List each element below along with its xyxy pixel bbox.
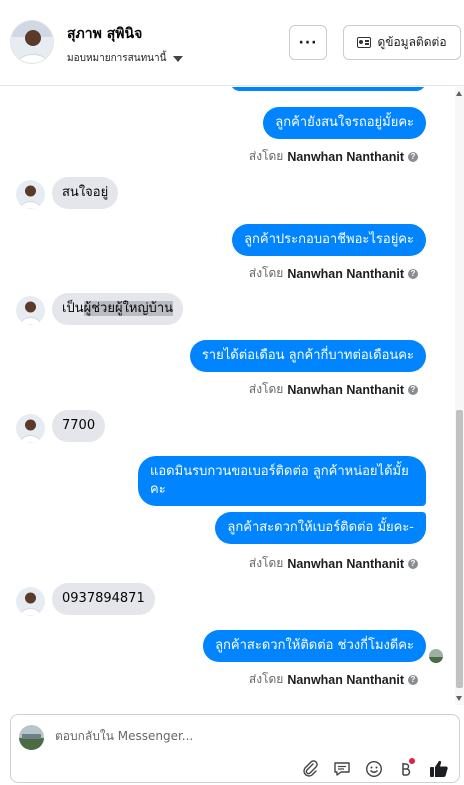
message-bubble-incoming[interactable]: เป็นผู้ช่วยผู้ใหญ่บ้าน xyxy=(52,293,184,325)
message-thread[interactable]: ลูกค้ายังสนใจรถอยู่มั้ยคะ ส่งโดย Nanwhan… xyxy=(0,87,454,705)
saved-replies-button[interactable] xyxy=(331,758,353,780)
help-icon[interactable]: ? xyxy=(408,674,418,685)
highlighted-text: ผู้ช่วยผู้ใหญ่บ้าน xyxy=(83,301,174,316)
message-bubble-outgoing[interactable]: ลูกค้ายังสนใจรถอยู่มั้ยคะ xyxy=(263,107,426,139)
sent-by-label: ส่งโดย Nanwhan Nanthanit ? xyxy=(249,380,418,399)
message-bubble-outgoing[interactable]: ลูกค้าสะดวกให้ติดต่อ ช่วงกี่โมงดีคะ xyxy=(203,630,426,662)
notification-dot xyxy=(409,758,415,764)
view-contact-button[interactable]: ดูข้อมูลติดต่อ xyxy=(343,25,461,60)
message-bubble-incoming[interactable]: 0937894871 xyxy=(52,583,155,615)
saved-replies-icon xyxy=(334,762,350,776)
emoji-icon xyxy=(365,760,383,778)
customer-avatar-small[interactable] xyxy=(16,296,45,325)
assign-label: มอบหมายการสนทนานี้ xyxy=(67,53,167,64)
reply-composer xyxy=(10,714,460,783)
caret-down-icon xyxy=(173,55,184,62)
chat-scrollbar[interactable] xyxy=(455,87,464,705)
message-bubble-outgoing[interactable]: แอดมินรบกวนขอเบอร์ติดต่อ ลูกค้าหน่อยได้ม… xyxy=(138,456,426,506)
message-bubble-outgoing[interactable]: รายได้ต่อเดือน ลูกค้ากี่บาทต่อเดือนคะ xyxy=(189,340,426,372)
customer-name: สุภาพ สุพินิจ xyxy=(67,26,143,42)
help-icon[interactable]: ? xyxy=(408,384,418,395)
like-icon xyxy=(430,760,448,777)
page-avatar xyxy=(19,725,44,750)
conversation-header: สุภาพ สุพินิจ มอบหมายการสนทนานี้ ··· ดูข… xyxy=(0,0,464,86)
seen-indicator-avatar xyxy=(429,649,443,663)
contact-card-icon xyxy=(357,37,372,48)
customer-avatar-small[interactable] xyxy=(16,180,45,209)
reply-input[interactable] xyxy=(55,729,435,743)
emoji-button[interactable] xyxy=(363,758,385,780)
sent-by-label: ส่งโดย Nanwhan Nanthanit ? xyxy=(249,147,418,166)
help-icon[interactable]: ? xyxy=(408,151,418,162)
scroll-down-arrow-icon[interactable] xyxy=(456,696,462,701)
customer-avatar-small[interactable] xyxy=(16,414,45,443)
message-bubble-incoming[interactable]: 7700 xyxy=(52,410,106,442)
scrollbar-thumb[interactable] xyxy=(456,410,463,688)
payment-button[interactable] xyxy=(394,758,416,780)
sent-by-label: ส่งโดย Nanwhan Nanthanit ? xyxy=(249,554,418,573)
message-bubble-incoming[interactable]: สนใจอยู่ xyxy=(52,177,119,209)
sent-by-label: ส่งโดย Nanwhan Nanthanit ? xyxy=(249,264,418,283)
attach-icon xyxy=(303,760,318,777)
like-button[interactable] xyxy=(428,758,450,780)
scroll-up-arrow-icon[interactable] xyxy=(456,91,462,96)
customer-avatar-small[interactable] xyxy=(16,587,45,616)
message-bubble-outgoing[interactable]: ลูกค้าสะดวกให้เบอร์ติดต่อ มั้ยคะ- xyxy=(215,512,426,544)
message-bubble-outgoing-clipped xyxy=(230,87,426,91)
more-options-button[interactable]: ··· xyxy=(289,25,327,60)
assign-conversation-dropdown[interactable]: มอบหมายการสนทนานี้ xyxy=(67,51,184,66)
view-contact-label: ดูข้อมูลติดต่อ xyxy=(377,35,447,49)
message-bubble-outgoing[interactable]: ลูกค้าประกอบอาชีพอะไรอยู่คะ xyxy=(232,224,426,256)
attach-button[interactable] xyxy=(299,758,321,780)
help-icon[interactable]: ? xyxy=(408,558,418,569)
help-icon[interactable]: ? xyxy=(408,268,418,279)
more-icon: ··· xyxy=(298,34,318,51)
customer-avatar[interactable] xyxy=(10,20,54,64)
sent-by-label: ส่งโดย Nanwhan Nanthanit ? xyxy=(249,670,418,689)
